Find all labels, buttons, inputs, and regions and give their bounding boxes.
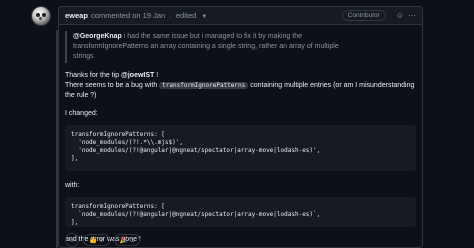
changed-label: I changed: xyxy=(65,110,98,117)
reaction-thumbs-up[interactable]: 👍 8 xyxy=(83,234,110,246)
smiley-icon[interactable]: ☺ xyxy=(396,11,404,20)
author-link[interactable]: eweap xyxy=(65,11,88,20)
add-reaction-icon[interactable]: ☺ xyxy=(65,233,79,247)
inline-code: transformIgnorePatterns xyxy=(159,82,249,89)
code-block: transformIgnorePatterns: [ 'node_modules… xyxy=(65,125,416,171)
avatar-nose xyxy=(39,17,42,20)
chevron-down-icon[interactable]: ▼ xyxy=(201,14,207,20)
avatar[interactable] xyxy=(31,6,51,26)
kebab-menu-icon[interactable]: ⋯ xyxy=(408,11,416,20)
comment-card: eweap commented on 19 Jan · edited ▼ Con… xyxy=(58,6,423,248)
comment-date[interactable]: 19 Jan xyxy=(143,11,166,20)
comment-body: @GeorgeKnap i had the same issue but i m… xyxy=(65,31,416,245)
separator: · xyxy=(169,11,172,20)
party-popper-icon: 🎉 xyxy=(119,237,128,244)
reactions-bar: ☺ 👍 8 🎉 2 xyxy=(65,233,144,247)
code-block: transformIgnorePatterns: [ `node_modules… xyxy=(65,197,416,227)
comment-meta: commented on 19 Jan · edited ▼ xyxy=(91,11,207,20)
thumbs-up-icon: 👍 xyxy=(89,237,98,244)
reaction-count: 2 xyxy=(130,236,135,244)
blockquote: @GeorgeKnap i had the same issue but i m… xyxy=(65,31,361,63)
action-text: commented on xyxy=(90,11,141,20)
avatar-eye xyxy=(42,13,46,17)
mention-link[interactable]: @joewIST xyxy=(121,72,154,79)
comment-header: eweap commented on 19 Jan · edited ▼ Con… xyxy=(59,7,422,25)
contributor-badge: Contributor xyxy=(341,10,386,21)
reaction-count: 8 xyxy=(100,236,104,244)
reaction-party[interactable]: 🎉 2 xyxy=(113,234,141,246)
with-label: with: xyxy=(65,182,80,189)
edited-label[interactable]: edited xyxy=(176,11,196,20)
mention-link[interactable]: @GeorgeKnap xyxy=(73,33,122,40)
paragraph: Thanks for the tip @joewIST ! There seem… xyxy=(65,72,415,99)
